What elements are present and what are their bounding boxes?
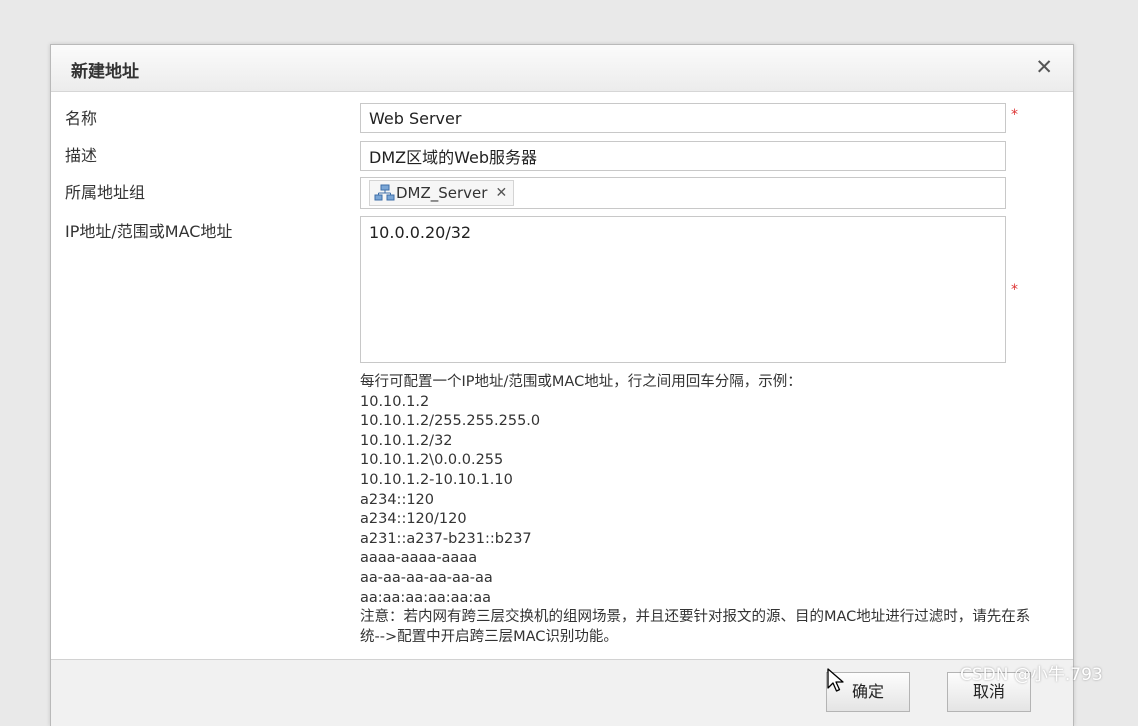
watermark: CSDN @小牛.793 [960, 665, 1103, 685]
name-input[interactable] [360, 103, 1006, 133]
mouse-pointer-icon [827, 668, 844, 692]
help-example: a234::120/120 [360, 511, 467, 528]
address-group-label: 所属地址组 [65, 183, 146, 202]
address-group-field[interactable]: DMZ_Server ✕ [360, 177, 1006, 209]
help-example: 10.10.1.2/32 [360, 432, 453, 449]
help-example: 10.10.1.2\0.0.0.255 [360, 452, 504, 469]
address-group-tag: DMZ_Server ✕ [369, 180, 515, 206]
ip-address-label: IP地址/范围或MAC地址 [65, 222, 233, 241]
description-label: 描述 [65, 146, 98, 165]
help-example: a234::120 [360, 491, 435, 508]
description-input[interactable] [360, 141, 1006, 171]
help-example: 10.10.1.2 [360, 393, 430, 410]
help-example: 10.10.1.2-10.10.1.10 [360, 471, 513, 488]
close-icon[interactable]: ✕ [1035, 55, 1053, 79]
help-example: aa-aa-aa-aa-aa-aa [360, 569, 493, 586]
ip-address-textarea[interactable]: 10.0.0.20/32 [360, 216, 1006, 363]
help-example: 10.10.1.2/255.255.255.0 [360, 413, 541, 430]
name-required-mark: * [1011, 107, 1018, 123]
address-group-tag-label: DMZ_Server [396, 184, 488, 202]
dialog-title: 新建地址 [71, 62, 139, 82]
network-group-icon [374, 184, 395, 201]
name-label: 名称 [65, 109, 98, 128]
help-example: aaaa-aaaa-aaaa [360, 550, 478, 567]
help-text: 每行可配置一个IP地址/范围或MAC地址，行之间用回车分隔，示例： 10.10.… [360, 373, 1040, 647]
dialog-titlebar: 新建地址 ✕ [51, 45, 1073, 92]
remove-tag-icon[interactable]: ✕ [495, 185, 507, 201]
ip-required-mark: * [1011, 282, 1018, 298]
help-example: aa:aa:aa:aa:aa:aa [360, 589, 492, 606]
help-example: a231::a237-b231::b237 [360, 530, 532, 547]
help-intro: 每行可配置一个IP地址/范围或MAC地址，行之间用回车分隔，示例： [360, 374, 802, 390]
help-note: 注意：若内网有跨三层交换机的组网场景，并且还要针对报文的源、目的MAC地址进行过… [360, 609, 1031, 645]
new-address-dialog: 新建地址 ✕ 名称 * 描述 所属地址组 DMZ_Server ✕ IP地址/范… [50, 44, 1074, 726]
